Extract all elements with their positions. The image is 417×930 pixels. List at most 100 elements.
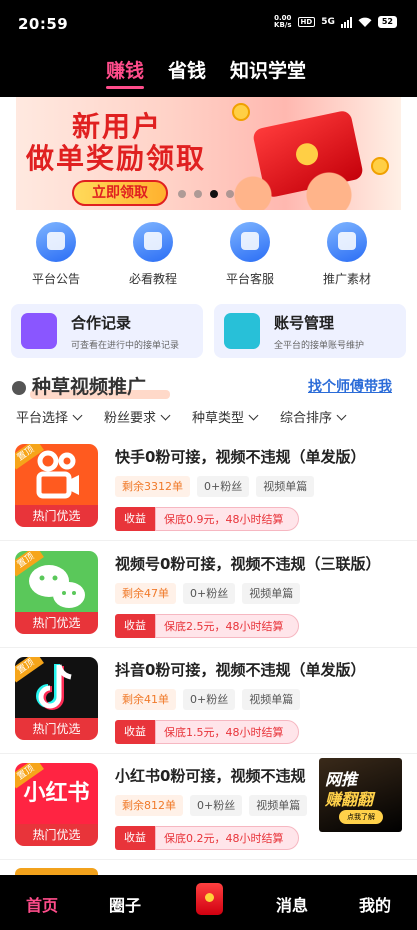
nav-messages[interactable]: 消息 xyxy=(276,892,308,916)
chevron-down-icon xyxy=(160,410,171,421)
pagination-dot[interactable] xyxy=(178,190,186,198)
hands-illustration xyxy=(196,159,386,210)
card-title: 账号管理 xyxy=(274,314,335,332)
remaining-orders: 剩余3312单 xyxy=(115,476,190,497)
content-type: 视频单篇 xyxy=(256,476,315,497)
tutorial-book-icon xyxy=(133,222,173,262)
find-master-link[interactable]: 找个师傅带我 xyxy=(308,376,392,396)
task-title: 视频号0粉可接，视频不违规（三联版） xyxy=(115,555,381,573)
status-time: 20:59 xyxy=(18,15,69,33)
filter-bar: 平台选择 粉丝要求 种草类型 综合排序 xyxy=(0,407,417,429)
customer-service-icon xyxy=(230,222,270,262)
task-item[interactable]: 置顶 热门优选 抖音0粉可接，视频不违规（单发版） 剩余41单 0+粉丝 视频单… xyxy=(0,648,417,754)
announcement-icon xyxy=(36,222,76,262)
chevron-down-icon xyxy=(72,410,83,421)
task-title: 抖音0粉可接，视频不违规（单发版） xyxy=(115,661,366,679)
hd-badge: HD xyxy=(297,17,316,27)
pagination-dot[interactable] xyxy=(194,190,202,198)
task-thumbnail: 置顶 热门优选 xyxy=(15,551,98,634)
fans-requirement: 0+粉丝 xyxy=(197,476,250,497)
filter-label: 种草类型 xyxy=(192,411,245,426)
chevron-down-icon xyxy=(336,410,347,421)
records-icon xyxy=(21,313,57,349)
tab-earn-label: 赚钱 xyxy=(106,60,145,82)
task-tags: 剩余3312单 0+粉丝 视频单篇 xyxy=(115,476,315,497)
tab-earn[interactable]: 赚钱 xyxy=(106,56,145,89)
income-text: 保底2.5元，48小时结算 xyxy=(155,614,299,638)
card-subtitle: 可查看在进行中的接单记录 xyxy=(71,341,180,351)
promo-material-icon xyxy=(327,222,367,262)
filter-sort[interactable]: 综合排序 xyxy=(280,407,347,426)
coin-icon xyxy=(371,157,389,175)
banner-pagination xyxy=(178,190,234,198)
task-item[interactable]: 置顶 热门优选 快手0粉可接，视频不违规（单发版） 剩余3312单 0+粉丝 视… xyxy=(0,435,417,541)
task-title: 小红书0粉可接，视频不违规 xyxy=(115,767,306,785)
quick-link-promo-material[interactable]: 推广素材 xyxy=(297,222,397,287)
ad-learn-more-button[interactable]: 点我了解 xyxy=(339,810,383,824)
income-label: 收益 xyxy=(115,826,155,850)
income-label: 收益 xyxy=(115,720,155,744)
cooperation-records-card[interactable]: 合作记录 可查看在进行中的接单记录 xyxy=(11,304,203,358)
income-text: 保底0.2元，48小时结算 xyxy=(155,826,299,850)
ad-line2: 赚翻翻 xyxy=(325,790,374,809)
card-subtitle: 全平台的接单账号维护 xyxy=(274,341,365,351)
quick-link-label: 平台客服 xyxy=(225,272,274,286)
net-speed: 0.00 KB/s xyxy=(274,15,291,29)
income-text: 保底1.5元，48小时结算 xyxy=(155,720,299,744)
banner-claim-button[interactable]: 立即领取 xyxy=(72,180,168,206)
filter-label: 平台选择 xyxy=(16,411,69,426)
active-tab-underline xyxy=(106,86,145,89)
filter-label: 粉丝要求 xyxy=(104,411,157,426)
fans-requirement: 0+粉丝 xyxy=(183,689,236,710)
income-info: 收益 保底1.5元，48小时结算 xyxy=(115,720,299,744)
card-title: 合作记录 xyxy=(71,314,132,332)
tab-knowledge[interactable]: 知识学堂 xyxy=(230,56,306,83)
network-type: 5G xyxy=(321,17,335,27)
task-tags: 剩余41单 0+粉丝 视频单篇 xyxy=(115,689,301,710)
task-item[interactable]: 置顶 热门优选 视频号0粉可接，视频不违规（三联版） 剩余47单 0+粉丝 视频… xyxy=(0,542,417,648)
red-envelope-icon[interactable] xyxy=(196,883,223,915)
section-bullet-icon xyxy=(12,381,26,395)
content-type: 视频单篇 xyxy=(242,689,301,710)
account-management-card[interactable]: 账号管理 全平台的接单账号维护 xyxy=(214,304,406,358)
section-title: 种草视频推广 xyxy=(32,376,147,398)
content-type: 视频单篇 xyxy=(242,583,301,604)
nav-circle[interactable]: 圈子 xyxy=(109,892,141,916)
task-tags: 剩余812单 0+粉丝 视频单篇 xyxy=(115,795,308,816)
status-icons: 0.00 KB/s HD 5G 52 xyxy=(274,15,397,29)
floating-ad[interactable]: 网推 赚翻翻 点我了解 xyxy=(319,758,402,832)
thumb-tag: 热门优选 xyxy=(15,505,98,527)
pagination-dot-active[interactable] xyxy=(210,190,218,198)
wifi-icon xyxy=(358,17,372,27)
task-thumbnail: 置顶 热门优选 xyxy=(15,657,98,740)
remaining-orders: 剩余812单 xyxy=(115,795,183,816)
quick-link-announcement[interactable]: 平台公告 xyxy=(6,222,106,287)
battery-icon: 52 xyxy=(377,16,397,28)
tab-save[interactable]: 省钱 xyxy=(168,56,206,83)
signal-icon xyxy=(340,16,352,28)
quick-link-label: 平台公告 xyxy=(31,272,80,286)
income-info: 收益 保底0.2元，48小时结算 xyxy=(115,826,299,850)
filter-fans[interactable]: 粉丝要求 xyxy=(104,407,171,426)
nav-mine[interactable]: 我的 xyxy=(359,892,391,916)
account-icon xyxy=(224,313,260,349)
nav-home[interactable]: 首页 xyxy=(26,892,58,916)
top-tabs: 赚钱 省钱 知识学堂 xyxy=(0,56,417,89)
filter-type[interactable]: 种草类型 xyxy=(192,407,259,426)
quick-link-tutorial[interactable]: 必看教程 xyxy=(103,222,203,287)
quick-link-customer-service[interactable]: 平台客服 xyxy=(200,222,300,287)
section-header: 种草视频推广 找个师傅带我 xyxy=(0,372,417,402)
income-label: 收益 xyxy=(115,507,155,531)
thumb-tag: 热门优选 xyxy=(15,612,98,634)
thumb-tag: 热门优选 xyxy=(15,824,98,846)
pagination-dot[interactable] xyxy=(226,190,234,198)
quick-link-label: 必看教程 xyxy=(128,272,177,286)
remaining-orders: 剩余41单 xyxy=(115,689,176,710)
banner-line2: 做单奖励领取 xyxy=(26,142,207,175)
task-thumbnail: 置顶 热门优选 xyxy=(15,444,98,527)
fans-requirement: 0+粉丝 xyxy=(190,795,243,816)
income-info: 收益 保底2.5元，48小时结算 xyxy=(115,614,299,638)
filter-platform[interactable]: 平台选择 xyxy=(16,407,83,426)
income-text: 保底0.9元，48小时结算 xyxy=(155,507,299,531)
quick-links: 平台公告 必看教程 平台客服 推广素材 xyxy=(0,222,417,292)
